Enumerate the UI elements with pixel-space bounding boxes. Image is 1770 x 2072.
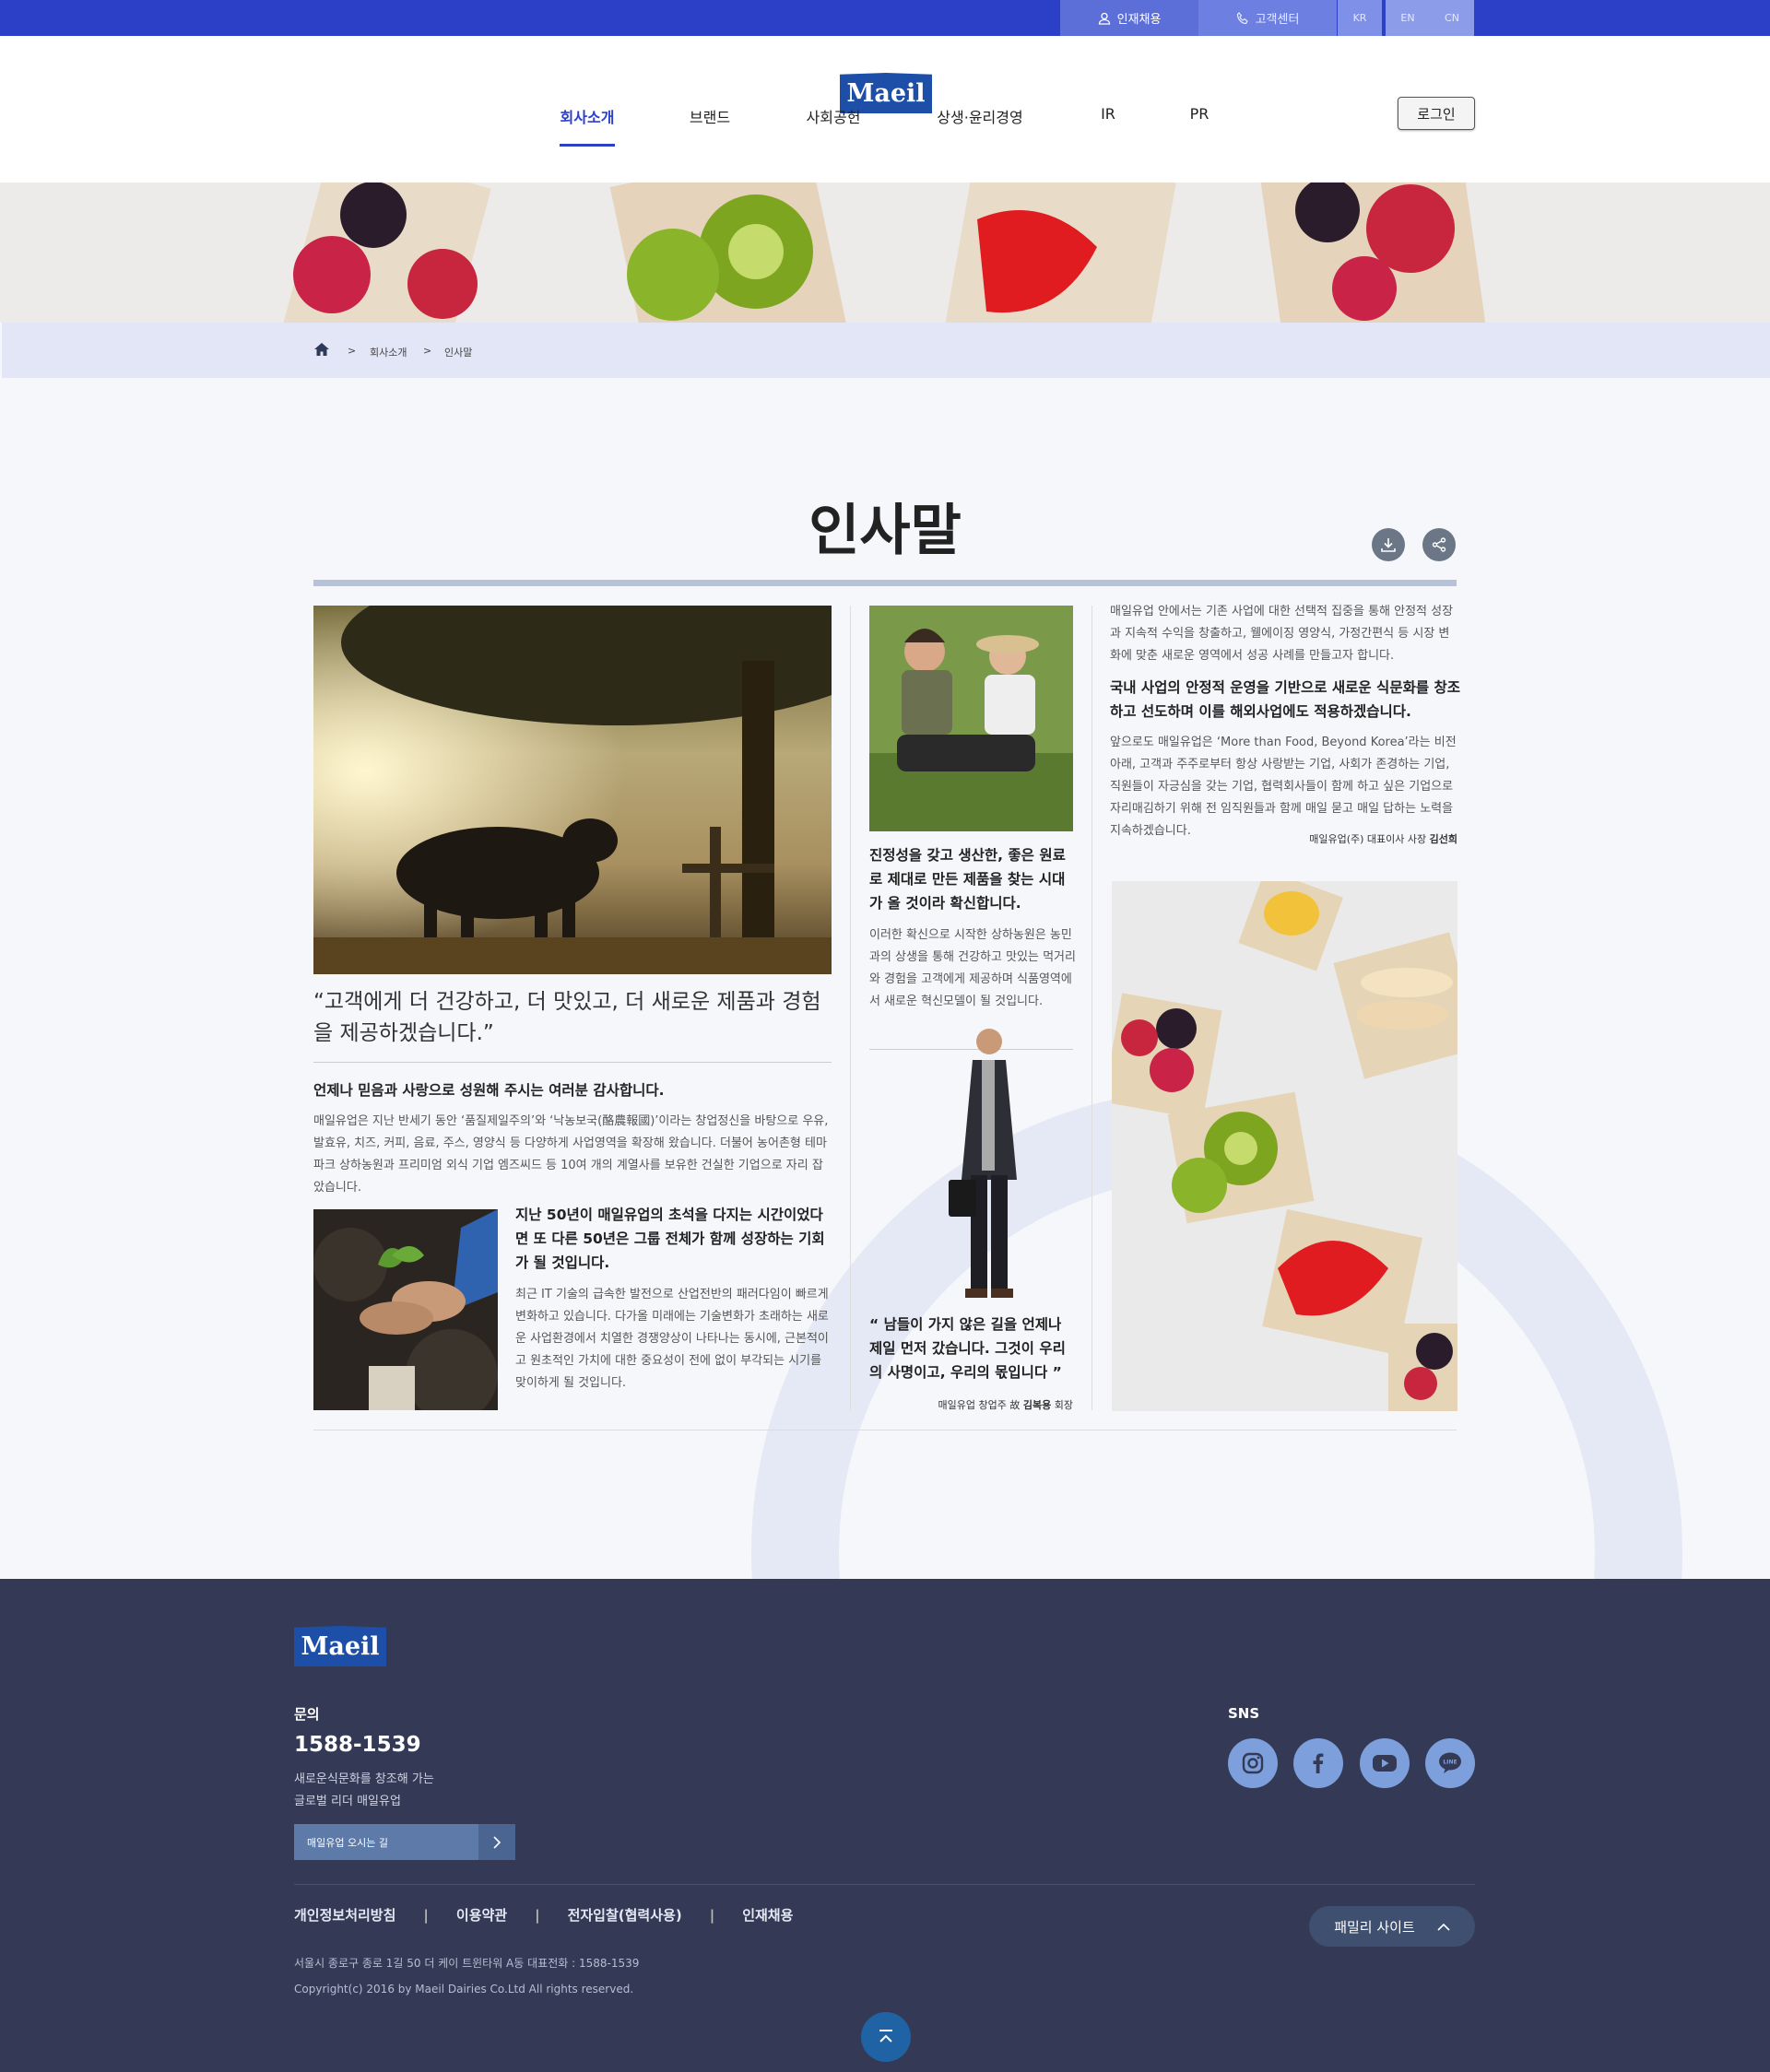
top-utility-bar: 인재채용 고객센터 KR EN CN — [0, 0, 1770, 36]
nav-item-social[interactable]: 사회공헌 — [806, 105, 861, 127]
svg-text:LINE: LINE — [1443, 1760, 1457, 1766]
fifty-years-body: 최근 IT 기술의 급속한 발전으로 산업전반의 패러다임이 빠르게 변화하고 … — [515, 1288, 829, 1390]
recruit-link[interactable]: 인재채용 — [1060, 0, 1198, 36]
lang-cn-button[interactable]: CN — [1430, 0, 1474, 36]
home-icon[interactable] — [313, 342, 330, 360]
page-title: 인사말 — [808, 499, 962, 563]
directions-button[interactable]: 매일유업 오시는 길 — [294, 1824, 515, 1860]
main-quote: “고객에게 더 건강하고, 더 맛있고, 더 새로운 제품과 경험을 제공하겠습… — [313, 990, 821, 1045]
scroll-to-top-button[interactable] — [861, 2012, 911, 2062]
person-icon — [1098, 12, 1110, 25]
lang-en-button[interactable]: EN — [1386, 0, 1430, 36]
phone-icon — [1236, 11, 1248, 24]
footer-divider — [294, 1884, 1475, 1885]
breadcrumb-separator: > — [348, 345, 357, 357]
footer-slogan-line2: 글로벌 리더 매일유업 — [294, 1795, 401, 1808]
nav-item-brand[interactable]: 브랜드 — [687, 105, 733, 127]
greeting-heading: 언제나 믿음과 사랑으로 성원해 주시는 여러분 감사합니다. — [313, 1082, 665, 1099]
greeting-body: 매일유업은 지난 반세기 동안 ‘품질제일주의’와 ‘낙농보국(酪農報國)’이라… — [313, 1114, 829, 1195]
customer-center-link[interactable]: 고객센터 — [1198, 0, 1337, 36]
breadcrumb-current: 인사말 — [444, 347, 473, 359]
instagram-button[interactable] — [1228, 1738, 1278, 1788]
family-site-dropdown[interactable]: 패밀리 사이트 — [1309, 1906, 1475, 1947]
footer-copyright: Copyright(c) 2016 by Maeil Dairies Co.Lt… — [294, 1983, 634, 1995]
terms-link[interactable]: 이용약관 — [456, 1905, 507, 1925]
e-bidding-link[interactable]: 전자입찰(협력사용) — [568, 1905, 682, 1925]
privacy-policy-link[interactable]: 개인정보처리방침 — [294, 1905, 395, 1925]
founder-portrait-photo — [943, 1023, 1035, 1304]
directions-label: 매일유업 오시는 길 — [307, 1836, 388, 1849]
divider — [313, 1062, 832, 1063]
nav-item-ethics[interactable]: 상생·윤리경영 — [934, 105, 1026, 127]
fifty-years-heading: 지난 50년이 매일유업의 초석을 다지는 시간이었다면 또 다른 50년은 그… — [515, 1207, 825, 1271]
founder-quote: “ 남들이 가지 않은 길을 언제나 제일 먼저 갔습니다. 그것이 우리의 사… — [869, 1316, 1066, 1381]
youtube-button[interactable] — [1360, 1738, 1410, 1788]
download-icon — [1381, 538, 1396, 552]
farm-heading: 진정성을 갖고 생산한, 좋은 원료로 제대로 만든 제품을 찾는 시대가 올 … — [869, 847, 1066, 912]
site-header: Maeil — [0, 36, 1770, 182]
lang-kr-button[interactable]: KR — [1338, 0, 1382, 36]
arrow-up-icon — [879, 2030, 892, 2043]
instagram-icon — [1242, 1752, 1264, 1774]
nav-item-ir[interactable]: IR — [1094, 105, 1122, 123]
site-footer: Maeil 문의 1588-1539 새로운식문화를 창조해 가는 글로벌 리더… — [0, 1579, 1770, 2072]
column-divider — [850, 606, 851, 1410]
chevron-right-icon — [478, 1824, 515, 1860]
footer-address: 서울시 종로구 종로 1길 50 더 케이 트윈타워 A동 대표전화 : 158… — [294, 1957, 640, 1970]
link-separator: | — [535, 1906, 540, 1924]
download-button[interactable] — [1372, 528, 1405, 561]
strategy-heading: 국내 사업의 안정적 운영을 기반으로 새로운 식문화를 창조하고 선도하며 이… — [1110, 679, 1461, 720]
founder-role: 회장 — [1051, 1399, 1073, 1411]
ceo-name: 김선희 — [1429, 833, 1457, 845]
strategy-body: 매일유업 안에서는 기존 사업에 대한 선택적 집중을 통해 안정적 성장과 지… — [1110, 605, 1454, 663]
careers-link[interactable]: 인재채용 — [742, 1905, 793, 1925]
facebook-button[interactable] — [1293, 1738, 1343, 1788]
breadcrumb: > 회사소개 > 인사말 — [2, 323, 1770, 378]
footer-links: 개인정보처리방침 | 이용약관 | 전자입찰(협력사용) | 인재채용 — [294, 1905, 793, 1925]
hero-banner-image — [0, 182, 1770, 323]
line-icon: LINE — [1439, 1752, 1461, 1773]
share-button[interactable] — [1422, 528, 1456, 561]
fruit-toast-photo — [1112, 881, 1457, 1411]
line-button[interactable]: LINE — [1425, 1738, 1475, 1788]
chevron-up-icon — [1437, 1923, 1450, 1931]
farm-body: 이러한 확신으로 시작한 상하농원은 농민과의 상생을 통해 건강하고 맛있는 … — [869, 928, 1076, 1008]
footer-maeil-logo[interactable]: Maeil — [294, 1626, 386, 1666]
sns-label: SNS — [1228, 1705, 1260, 1722]
nav-item-company[interactable]: 회사소개 — [560, 105, 615, 127]
farmers-in-field-photo — [869, 606, 1073, 831]
recruit-label: 인재채용 — [1116, 13, 1162, 27]
breadcrumb-separator: > — [423, 345, 432, 357]
youtube-icon — [1373, 1755, 1397, 1772]
link-separator: | — [709, 1906, 715, 1924]
vision-body: 앞으로도 매일유업은 ‘More than Food, Beyond Korea… — [1110, 736, 1457, 838]
link-separator: | — [423, 1906, 429, 1924]
share-icon — [1432, 537, 1446, 552]
footer-slogan-line1: 새로운식문화를 창조해 가는 — [294, 1772, 434, 1786]
breadcrumb-company[interactable]: 회사소개 — [370, 345, 407, 359]
cow-at-sunrise-photo — [313, 606, 832, 974]
contact-label: 문의 — [294, 1706, 320, 1723]
ceo-title: 매일유업(주) 대표이사 사장 — [1309, 833, 1430, 845]
founder-name: 김복용 — [1022, 1399, 1052, 1411]
customer-center-label: 고객센터 — [1255, 13, 1300, 27]
facebook-icon — [1313, 1753, 1324, 1773]
active-nav-underline — [560, 144, 615, 147]
nav-item-pr[interactable]: PR — [1186, 105, 1213, 123]
title-divider — [313, 580, 1457, 586]
login-button[interactable]: 로그인 — [1398, 97, 1475, 130]
family-site-label: 패밀리 사이트 — [1334, 1918, 1415, 1936]
ceo-signature: 매일유업(주) 대표이사 사장 김선희 — [1110, 831, 1457, 846]
contact-phone: 1588-1539 — [294, 1733, 421, 1757]
hands-planting-seedling-photo — [313, 1209, 498, 1410]
founder-attribution: 매일유업 창업주 故 김복용 회장 — [869, 1397, 1073, 1412]
founder-title: 매일유업 창업주 故 — [938, 1399, 1023, 1411]
